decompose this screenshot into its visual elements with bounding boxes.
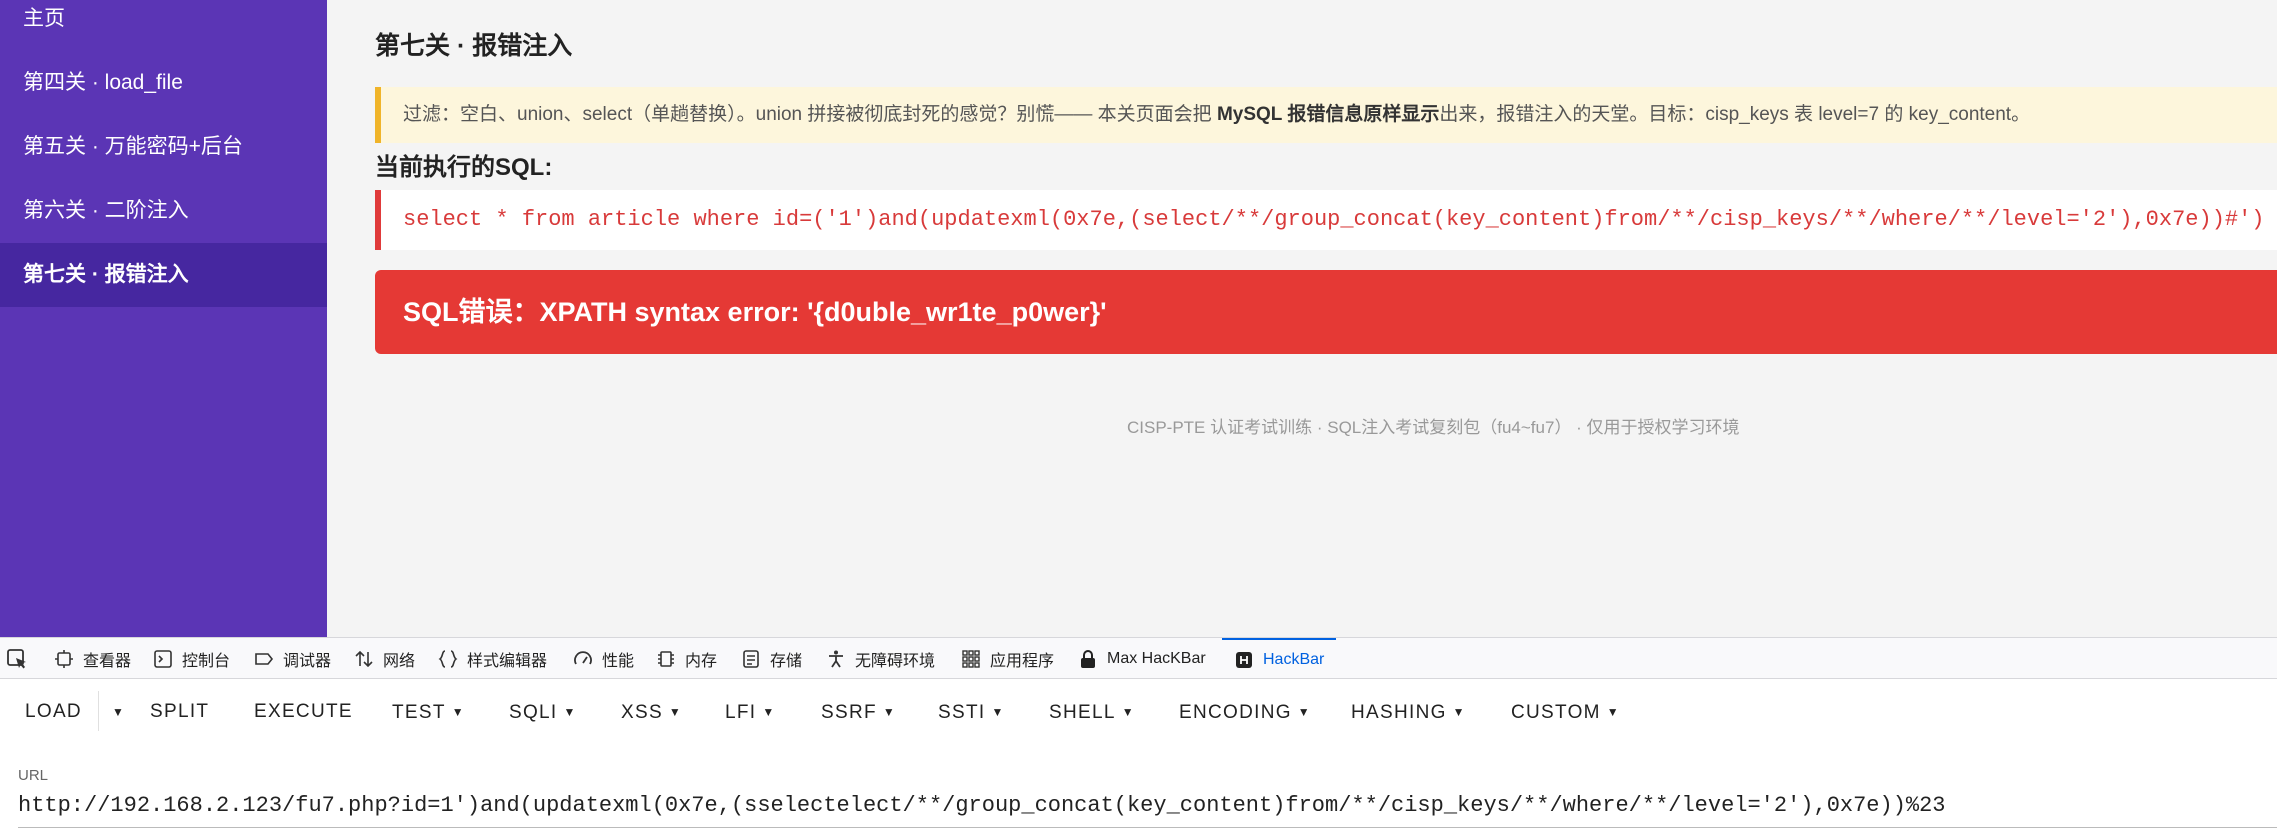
sidebar-item-level7[interactable]: 第七关 · 报错注入 [0, 243, 327, 307]
tab-max-hackbar[interactable]: Max HacKBar [1078, 638, 1206, 679]
tab-label: 无障碍环境 [855, 652, 936, 670]
storage-icon [743, 649, 759, 668]
debugger-icon [255, 652, 274, 665]
tab-label: 查看器 [83, 652, 132, 670]
caret-down-icon: ▼ [1121, 705, 1135, 719]
sidebar-item-home[interactable]: 主页 [0, 0, 327, 51]
split-label: SPLIT [150, 701, 210, 722]
divider [98, 691, 99, 731]
caret-down-icon: ▼ [563, 705, 577, 719]
caret-down-icon: ▼ [1452, 705, 1466, 719]
shell-menu-button[interactable]: SHELL ▼ [1049, 697, 1135, 727]
main-content: 第七关 · 报错注入 过滤：空白、union、select（单趟替换）。unio… [327, 0, 2277, 637]
hashing-label: HASHING [1351, 702, 1447, 723]
tab-memory[interactable]: 内存 [656, 638, 717, 679]
tab-label: HackBar [1263, 650, 1325, 668]
tab-label: Max HacKBar [1107, 649, 1206, 667]
filter-text-bold: MySQL 报错信息原样显示 [1216, 104, 1440, 125]
load-label: LOAD [25, 701, 82, 722]
tab-label: 内存 [685, 652, 718, 670]
tab-performance[interactable]: 性能 [573, 638, 634, 679]
tab-hackbar[interactable]: HackBar [1222, 638, 1337, 679]
ssrf-label: SSRF [821, 702, 877, 723]
style-editor-icon [438, 649, 458, 668]
url-underline [18, 827, 2277, 828]
sidebar-item-level6[interactable]: 第六关 · 二阶注入 [0, 179, 327, 243]
caret-down-icon: ▼ [112, 705, 126, 719]
split-button[interactable]: SPLIT [150, 697, 209, 727]
tab-style-editor[interactable]: 样式编辑器 [438, 638, 547, 679]
lfi-label: LFI [725, 702, 757, 723]
tab-label: 存储 [770, 652, 803, 670]
tab-debugger[interactable]: 调试器 [254, 638, 331, 679]
filter-text-after: 出来，报错注入的天堂。目标：cisp_keys 表 level=7 的 key_… [1439, 104, 2031, 125]
hackbar-panel: LOAD ▼ SPLIT EXECUTE TEST ▼ SQLI ▼ XSS ▼ LF… [0, 679, 2277, 831]
caret-down-icon: ▼ [882, 705, 897, 719]
caret-down-icon: ▼ [1606, 705, 1620, 719]
sql-label: 当前执行的SQL: [375, 154, 553, 181]
sidebar-item-level5[interactable]: 第五关 · 万能密码+后台 [0, 115, 327, 179]
execute-button[interactable]: EXECUTE [254, 697, 353, 727]
network-icon [355, 650, 373, 667]
sql-error-banner: SQL错误：XPATH syntax error: '{d0uble_wr1te… [375, 270, 2277, 354]
caret-down-icon: ▼ [1297, 705, 1311, 719]
caret-down-icon: ▼ [991, 705, 1005, 719]
lock-icon [1081, 649, 1095, 668]
tab-label: 控制台 [182, 652, 231, 670]
encoding-menu-button[interactable]: ENCODING ▼ [1179, 697, 1311, 727]
load-button[interactable]: LOAD [25, 697, 82, 727]
page-footer: CISP-PTE 认证考试训练 · SQL注入考试复刻包（fu4~fu7） · … [1127, 418, 1740, 437]
tab-inspector[interactable]: 查看器 [54, 638, 131, 679]
xss-label: XSS [621, 702, 663, 723]
sql-query: select * from article where id=('1')and(… [375, 190, 2277, 250]
inspector-icon [55, 649, 73, 668]
devtools-tab-bar: 查看器 控制台 调试器 网络 样式编辑器 性能 内存 存储 无障碍环境 应用程序… [0, 637, 2277, 679]
tab-label: 样式编辑器 [467, 652, 548, 670]
tab-storage[interactable]: 存储 [741, 638, 802, 679]
ssti-label: SSTI [938, 702, 986, 723]
custom-menu-button[interactable]: CUSTOM ▼ [1511, 697, 1620, 727]
custom-label: CUSTOM [1511, 702, 1601, 723]
sqli-label: SQLI [509, 702, 558, 723]
tab-console[interactable]: 控制台 [153, 638, 230, 679]
element-picker-icon[interactable] [6, 648, 28, 670]
caret-down-icon: ▼ [451, 705, 465, 719]
tab-accessibility[interactable]: 无障碍环境 [826, 638, 935, 679]
url-input[interactable]: http://192.168.2.123/fu7.php?id=1')and(u… [18, 793, 1946, 818]
encoding-label: ENCODING [1179, 702, 1292, 723]
page-title: 第七关 · 报错注入 [375, 32, 573, 60]
tab-application[interactable]: 应用程序 [961, 638, 1054, 679]
hashing-menu-button[interactable]: HASHING ▼ [1351, 697, 1466, 727]
sidebar: 主页 第四关 · load_file 第五关 · 万能密码+后台 第六关 · 二… [0, 0, 327, 637]
tab-label: 应用程序 [990, 652, 1055, 670]
execute-label: EXECUTE [254, 701, 353, 722]
test-menu-button[interactable]: TEST ▼ [392, 697, 465, 727]
tab-network[interactable]: 网络 [354, 638, 415, 679]
tab-label: 性能 [602, 652, 635, 670]
tab-label: 网络 [383, 652, 416, 670]
lfi-menu-button[interactable]: LFI ▼ [725, 697, 776, 727]
load-dropdown-button[interactable]: ▼ [106, 697, 125, 727]
ssrf-menu-button[interactable]: SSRF ▼ [821, 697, 896, 727]
memory-icon [658, 650, 674, 667]
tab-label: 调试器 [283, 652, 332, 670]
console-icon [154, 649, 172, 668]
shell-label: SHELL [1049, 702, 1116, 723]
performance-icon [574, 650, 592, 664]
test-label: TEST [392, 702, 446, 723]
xss-menu-button[interactable]: XSS ▼ [621, 697, 682, 727]
ssti-menu-button[interactable]: SSTI ▼ [938, 697, 1005, 727]
application-icon [962, 649, 980, 668]
url-label: URL [18, 767, 49, 784]
caret-down-icon: ▼ [668, 705, 683, 719]
hackbar-icon [1236, 651, 1252, 668]
filter-notice: 过滤：空白、union、select（单趟替换）。union 拼接被彻底封死的感… [375, 87, 2277, 143]
sqli-menu-button[interactable]: SQLI ▼ [509, 697, 577, 727]
caret-down-icon: ▼ [762, 705, 776, 719]
accessibility-icon [829, 650, 843, 667]
filter-text-before: 过滤：空白、union、select（单趟替换）。union 拼接被彻底封死的感… [403, 104, 1217, 125]
sidebar-item-level4[interactable]: 第四关 · load_file [0, 51, 327, 115]
